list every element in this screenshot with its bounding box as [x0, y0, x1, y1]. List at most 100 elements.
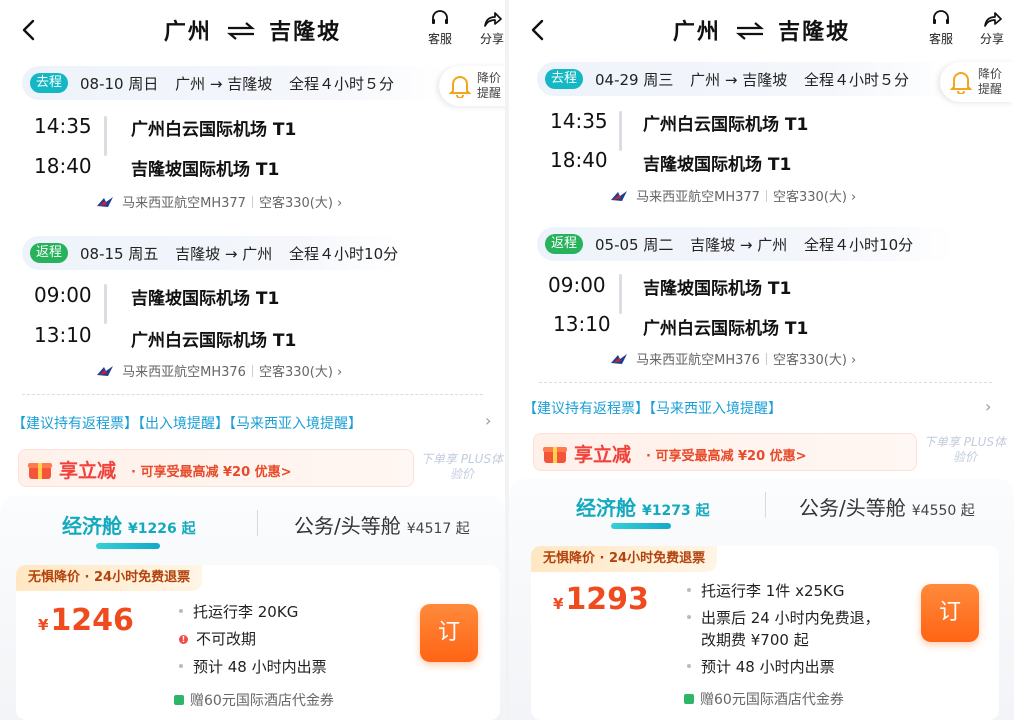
airline-flight: 马来西亚航空MH376: [636, 353, 760, 368]
arrival-airport: 吉隆坡国际机场 T1: [643, 155, 792, 175]
outbound-flight[interactable]: 14:35 广州白云国际机场 T1 18:40 吉隆坡国际机场 T1 马来西亚航…: [509, 103, 1014, 205]
price-value: 1293: [565, 582, 649, 617]
share-arrow-icon: [984, 12, 1002, 27]
tab-economy-label: 经济舱: [62, 514, 122, 538]
tab-business-price: ¥4517 起: [406, 521, 470, 537]
outbound-flight[interactable]: 14:35 广州白云国际机场 T1 18:40 吉隆坡国际机场 T1 马来西亚航…: [0, 108, 505, 211]
instant-discount-title: 享立减: [59, 460, 117, 482]
share-button[interactable]: 分享: [973, 10, 1011, 47]
share-label: 分享: [979, 32, 1004, 46]
hotel-voucher-text: 赠60元国际酒店代金券: [700, 692, 844, 708]
customer-service-button[interactable]: 客服: [421, 10, 459, 47]
instant-discount-banner[interactable]: 享立减 · 可享受最高减 ¥20 优惠>: [18, 449, 414, 487]
departure-airport: 吉隆坡国际机场 T1: [643, 279, 792, 299]
return-segment-header: 返程 08-15 周五 吉隆坡 → 广州 全程４小时10分: [22, 236, 505, 272]
malaysia-airlines-logo-icon: [97, 197, 113, 207]
tab-economy[interactable]: 经济舱 ¥1226 起: [62, 510, 196, 539]
baggage-text: 托运行李 1件 x25KG: [701, 582, 845, 600]
hotel-voucher: 赠60元国际酒店代金券: [174, 690, 334, 710]
return-segment-header: 返程 05-05 周二 吉隆坡 → 广州 全程４小时10分: [537, 227, 1014, 263]
fare-price: ¥1293: [553, 582, 649, 617]
headset-icon: [933, 10, 949, 24]
bullet: [179, 609, 183, 613]
currency-symbol: ¥: [38, 616, 49, 634]
bell-icon: [950, 72, 972, 94]
airline-info[interactable]: 马来西亚航空MH376 空客330(大) ›: [610, 349, 856, 368]
flight-detail-panel-left: 广州 吉隆坡 客服 分享 去程 08-10 周日 广州 → 吉隆坡 全程４小时５…: [0, 0, 505, 720]
instant-discount-text: · 可享受最高减 ¥20 优惠>: [646, 449, 807, 464]
timeline: [619, 274, 622, 314]
gift-icon: [28, 463, 52, 479]
return-flight[interactable]: 09:00 吉隆坡国际机场 T1 13:10 广州白云国际机场 T1 马来西亚航…: [0, 276, 505, 380]
departure-time: 09:00: [34, 283, 92, 307]
customer-service-button[interactable]: 客服: [922, 10, 960, 47]
aircraft-type: 空客330(大): [258, 365, 333, 380]
share-label: 分享: [479, 32, 504, 46]
price-drop-alert-label: 降价提醒: [477, 71, 502, 100]
fare-badge: 无惧降价 · 24小时免费退票: [531, 546, 718, 572]
return-summary: 05-05 周二 吉隆坡 → 广州 全程４小时10分: [595, 234, 925, 255]
timeline: [619, 111, 622, 151]
return-flight[interactable]: 09:00 吉隆坡国际机场 T1 13:10 广州白云国际机场 T1 马来西亚航…: [509, 266, 1014, 368]
tab-business-first[interactable]: 公务/头等舱 ¥4517 起: [294, 510, 470, 539]
instant-discount-banner[interactable]: 享立减 · 可享受最高减 ¥20 优惠>: [533, 433, 917, 471]
arrival-time: 13:10: [553, 312, 611, 336]
chevron-right-icon[interactable]: ›: [485, 411, 491, 430]
return-tag: 返程: [545, 234, 584, 254]
route-to: 吉隆坡: [269, 20, 342, 45]
airline-info[interactable]: 马来西亚航空MH377 空客330(大) ›: [610, 186, 856, 205]
refund-policy-text: 出票后 24 小时内免费退，: [701, 609, 880, 627]
fare-card[interactable]: 无惧降价 · 24小时免费退票 ¥1246 托运行李 20KG ! 不可改期 预计…: [16, 565, 500, 720]
fare-card[interactable]: 无惧降价 · 24小时免费退票 ¥1293 托运行李 1件 x25KG 出票后 …: [531, 546, 999, 720]
top-header: 广州 吉隆坡 客服 分享: [509, 0, 1014, 62]
travel-notices-link[interactable]: 【建议持有返程票】【马来西亚入境提醒】: [523, 398, 782, 418]
tab-business-label: 公务/头等舱: [294, 514, 401, 538]
chevron-right-icon[interactable]: ›: [985, 397, 991, 416]
active-tab-indicator: [611, 523, 671, 529]
divider: [765, 190, 767, 202]
return-date: 08-15 周五: [80, 245, 159, 263]
ticketing-text: 预计 48 小时内出票: [193, 658, 327, 676]
airline-info[interactable]: 马来西亚航空MH377 空客330(大) ›: [96, 192, 342, 211]
baggage-allowance: 托运行李 20KG: [179, 602, 298, 623]
timeline: [104, 284, 107, 324]
tab-economy-price: ¥1226 起: [128, 521, 196, 537]
arrival-time: 13:10: [34, 323, 92, 347]
plus-trial-price[interactable]: 下单享 PLUS体验价: [923, 435, 1007, 465]
arrival-airport: 吉隆坡国际机场 T1: [131, 160, 280, 180]
tab-economy-price: ¥1273 起: [642, 503, 710, 519]
departure-time: 14:35: [550, 109, 608, 133]
aircraft-type: 空客330(大): [772, 353, 847, 368]
currency-symbol: ¥: [553, 595, 564, 613]
outbound-route: 广州 → 吉隆坡: [690, 71, 788, 89]
price-drop-alert-button[interactable]: 降价提醒: [940, 62, 1014, 102]
price-drop-alert-button[interactable]: 降价提醒: [439, 66, 505, 106]
outbound-duration: 全程４小时５分: [289, 75, 395, 93]
outbound-date: 08-10 周日: [80, 75, 159, 93]
divider: [251, 365, 253, 377]
travel-notices-link[interactable]: 【建议持有返程票】【出入境提醒】【马来西亚入境提醒】: [12, 413, 362, 433]
share-button[interactable]: 分享: [473, 10, 505, 47]
customer-service-label: 客服: [427, 32, 452, 46]
return-duration: 全程４小时10分: [289, 245, 399, 263]
hotel-voucher: 赠60元国际酒店代金券: [684, 689, 844, 709]
book-button[interactable]: 订: [921, 584, 979, 642]
tab-economy[interactable]: 经济舱 ¥1273 起: [576, 492, 710, 521]
price-value: 1246: [50, 603, 134, 638]
return-route: 吉隆坡 → 广州: [690, 236, 788, 254]
airline-info[interactable]: 马来西亚航空MH376 空客330(大) ›: [96, 361, 342, 380]
refund-policy: 出票后 24 小时内免费退，: [687, 608, 880, 629]
bullet: [687, 588, 691, 592]
arrival-airport: 广州白云国际机场 T1: [643, 319, 809, 339]
hotel-voucher-icon: [684, 694, 694, 704]
timeline: [104, 116, 107, 156]
top-header: 广州 吉隆坡 客服 分享: [0, 0, 505, 62]
book-button[interactable]: 订: [420, 604, 478, 662]
plus-trial-price[interactable]: 下单享 PLUS体验价: [420, 452, 504, 482]
departure-airport: 广州白云国际机场 T1: [131, 120, 297, 140]
outbound-summary: 04-29 周三 广州 → 吉隆坡 全程４小时５分: [595, 69, 921, 90]
bullet: [179, 664, 183, 668]
swap-arrows-icon: [735, 22, 764, 40]
hotel-voucher-icon: [174, 695, 184, 705]
tab-business-first[interactable]: 公务/头等舱 ¥4550 起: [799, 492, 975, 521]
